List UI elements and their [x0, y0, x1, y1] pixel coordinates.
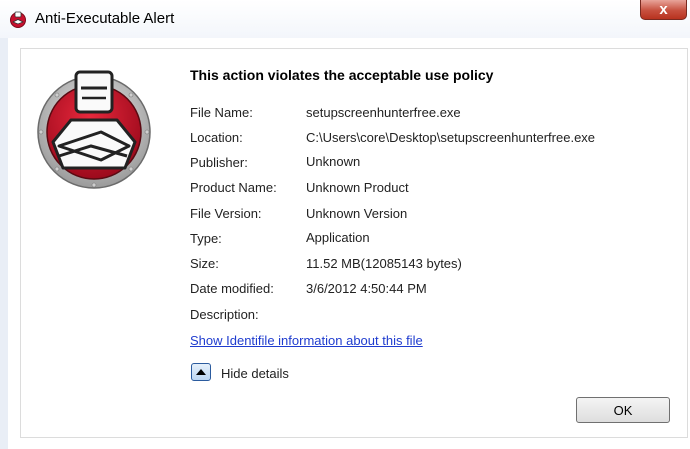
location-label: Location:: [190, 130, 243, 145]
date-modified-value: 3/6/2012 4:50:44 PM: [306, 281, 427, 296]
product-name-value: Unknown Product: [306, 180, 409, 195]
publisher-label: Publisher:: [190, 155, 248, 170]
guard-icon: [10, 11, 26, 28]
file-name-value: setupscreenhunterfree.exe: [306, 105, 461, 120]
guard-logo-icon: [37, 70, 151, 189]
triangle-up-icon: [196, 369, 206, 375]
file-version-value: Unknown Version: [306, 206, 408, 221]
identifile-info-link[interactable]: Show Identifile information about this f…: [190, 333, 423, 348]
title-bar: Anti-Executable Alert x: [0, 0, 690, 38]
close-icon: x: [659, 1, 668, 18]
size-label: Size:: [190, 256, 219, 271]
window-title: Anti-Executable Alert: [35, 10, 175, 27]
hide-details-label[interactable]: Hide details: [221, 366, 289, 381]
hide-details-button[interactable]: [191, 363, 211, 381]
date-modified-label: Date modified:: [190, 281, 274, 296]
ok-button-label: OK: [613, 402, 633, 418]
publisher-value: Unknown: [306, 154, 361, 169]
type-label: Type:: [190, 231, 222, 246]
ok-button[interactable]: OK: [576, 397, 670, 423]
file-version-label: File Version:: [190, 206, 262, 221]
product-name-label: Product Name:: [190, 180, 277, 195]
location-value: C:\Users\core\Desktop\setupscreenhunterf…: [306, 130, 596, 145]
type-value: Application: [306, 230, 370, 245]
window-border: [0, 38, 8, 449]
description-label: Description:: [190, 307, 259, 322]
size-value: 11.52 MB(12085143 bytes): [306, 256, 462, 271]
close-button[interactable]: x: [640, 0, 687, 20]
file-name-label: File Name:: [190, 105, 253, 120]
alert-heading: This action violates the acceptable use …: [190, 67, 494, 83]
